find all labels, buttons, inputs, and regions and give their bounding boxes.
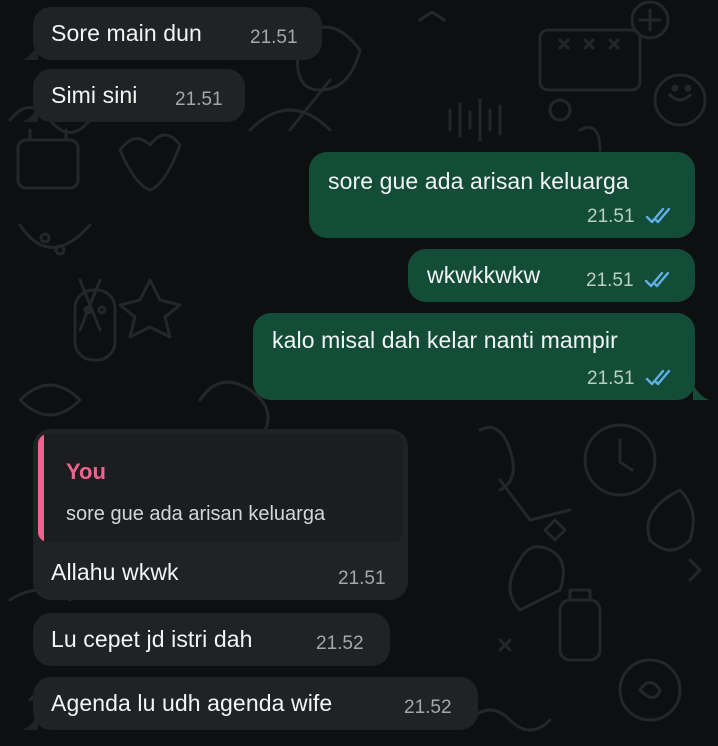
message-bubble-outgoing[interactable]: kalo misal dah kelar nanti mampir 21.51	[253, 313, 695, 400]
message-time: 21.52	[404, 697, 452, 718]
quoted-message[interactable]: You sore gue ada arisan keluarga	[38, 434, 403, 542]
message-text: Allahu wkwk	[51, 559, 179, 585]
message-bubble-outgoing[interactable]: sore gue ada arisan keluarga 21.51	[309, 152, 695, 238]
chat-area[interactable]: Sore main dun 21.51 Simi sini 21.51 sore…	[0, 0, 718, 746]
message-bubble-incoming[interactable]: Sore main dun 21.51	[33, 7, 322, 60]
message-time: 21.51	[338, 568, 386, 589]
message-bubble-incoming[interactable]: Simi sini 21.51	[33, 69, 245, 122]
message-text: Sore main dun	[51, 20, 202, 46]
message-time: 21.51	[250, 27, 298, 48]
message-time: 21.51	[587, 368, 635, 389]
quoted-text: sore gue ada arisan keluarga	[66, 503, 326, 525]
message-time: 21.51	[175, 89, 223, 110]
message-time: 21.51	[587, 206, 635, 227]
double-check-icon	[644, 271, 670, 288]
double-check-icon	[645, 207, 671, 224]
message-time: 21.52	[316, 633, 364, 654]
bubble-tail	[22, 714, 38, 730]
message-bubble-incoming[interactable]: Agenda lu udh agenda wife 21.52	[33, 677, 478, 730]
message-text: kalo misal dah kelar nanti mampir	[272, 327, 618, 353]
bubble-tail	[22, 44, 38, 60]
quote-accent-bar	[38, 434, 44, 542]
message-bubble-outgoing[interactable]: wkwkkwkw 21.51	[408, 249, 695, 302]
message-text: wkwkkwkw	[427, 262, 541, 288]
bubble-tail	[22, 106, 38, 122]
double-check-icon	[645, 369, 671, 386]
message-time: 21.51	[586, 270, 634, 291]
message-text: Simi sini	[51, 82, 138, 108]
message-bubble-incoming[interactable]: Lu cepet jd istri dah 21.52	[33, 613, 390, 666]
reply-message-bubble[interactable]: You sore gue ada arisan keluarga Allahu …	[33, 429, 408, 600]
message-text: Agenda lu udh agenda wife	[51, 690, 333, 716]
message-text: Lu cepet jd istri dah	[51, 626, 253, 652]
quoted-author: You	[66, 459, 106, 484]
bubble-tail	[693, 384, 709, 400]
message-text: sore gue ada arisan keluarga	[328, 168, 629, 194]
